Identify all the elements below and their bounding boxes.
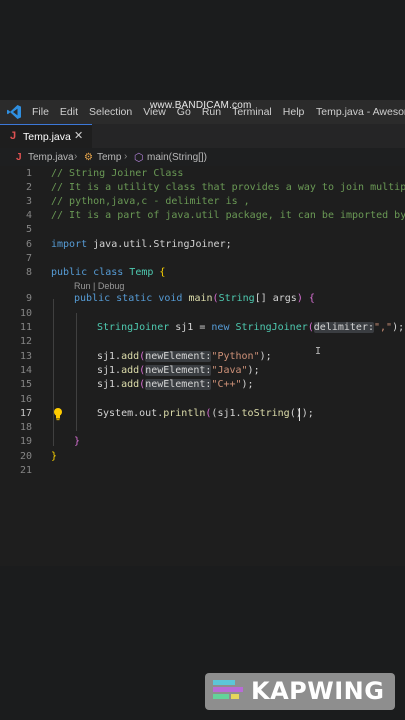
line-number: 10 (19, 308, 32, 319)
code-line: 5 (0, 223, 405, 237)
line-number: 19 (19, 436, 32, 447)
breadcrumb-class[interactable]: Temp (97, 152, 121, 163)
code-line: 18 (0, 421, 405, 435)
run-debug-codelens[interactable]: Run | Debug (74, 279, 124, 293)
code-line: 21 (0, 464, 405, 478)
code-line: 10 (0, 307, 405, 321)
line-number: 11 (19, 322, 32, 333)
closing-brace: } (51, 451, 58, 462)
kapwing-logo-icon (213, 680, 243, 699)
line-number: 13 (19, 351, 32, 362)
line-number: 7 (25, 253, 32, 264)
breadcrumb-file[interactable]: Temp.java (28, 152, 74, 163)
java-file-icon: J (16, 152, 22, 163)
editor-tab-bar: J Temp.java ✕ (0, 124, 405, 148)
code-line: 6 import java.util.StringJoiner; (0, 238, 405, 252)
method-declaration: public static void main(String[] args) { (74, 293, 315, 304)
code-line: 15 sj1.add(newElement:"C++"); (0, 378, 405, 392)
line-number: 6 (25, 239, 32, 250)
tab-temp-java[interactable]: J Temp.java ✕ (0, 124, 92, 148)
code-line: 12 (0, 335, 405, 349)
window-title: Temp.java - Awesome (316, 106, 405, 118)
code-line: 13 sj1.add(newElement:"Python"); (0, 350, 405, 364)
code-line: 9 public static void main(String[] args)… (0, 292, 405, 306)
class-icon: ⚙ (84, 152, 93, 163)
add-call: sj1.add(newElement:"Java"); (97, 365, 260, 376)
code-line: 3 // python,java,c - delimiter is , (0, 195, 405, 209)
code-line: 1 // String Joiner Class (0, 167, 405, 181)
chevron-right-icon: › (74, 151, 78, 162)
comment: // It is a utility class that provides a… (51, 182, 405, 193)
line-number: 15 (19, 379, 32, 390)
println-call: System.out.println((sj1.toString()); (97, 408, 314, 419)
breadcrumb: J Temp.java › ⚙ Temp › ⬡ main(String[]) (0, 148, 405, 166)
comment: // String Joiner Class (51, 168, 184, 179)
line-number: 3 (25, 196, 32, 207)
code-line: 20 } (0, 450, 405, 464)
close-icon[interactable]: ✕ (74, 129, 83, 142)
text-cursor (299, 408, 300, 421)
mouse-ibeam-icon: I (315, 346, 322, 357)
line-number: 4 (25, 210, 32, 221)
line-number: 12 (19, 336, 32, 347)
java-file-icon: J (10, 130, 17, 142)
tab-label: Temp.java (23, 131, 71, 143)
joiner-declaration: StringJoiner sj1 = new StringJoiner(deli… (97, 322, 405, 333)
method-icon: ⬡ (134, 152, 144, 164)
menu-help[interactable]: Help (283, 106, 305, 118)
code-editor[interactable]: 1 // String Joiner Class 2 // It is a ut… (0, 166, 405, 566)
breadcrumb-method[interactable]: main(String[]) (147, 152, 207, 163)
add-call: sj1.add(newElement:"C++"); (97, 379, 254, 390)
kapwing-label: KAPWING (251, 677, 385, 705)
import-statement: import java.util.StringJoiner; (51, 239, 232, 250)
bandicam-watermark: www.BANDICAM.com (150, 100, 252, 111)
line-number: 9 (25, 293, 32, 304)
code-line: 4 // It is a part of java.util package, … (0, 209, 405, 223)
menu-selection[interactable]: Selection (89, 106, 132, 118)
class-declaration: public class Temp { (51, 267, 166, 278)
code-line: 19 } (0, 435, 405, 449)
line-number: 14 (19, 365, 32, 376)
line-number: 18 (19, 422, 32, 433)
line-number: 8 (25, 267, 32, 278)
comment: // It is a part of java.util package, it… (51, 210, 405, 221)
add-call: sj1.add(newElement:"Python"); (97, 351, 272, 362)
line-number: 17 (19, 408, 32, 419)
code-line: 11 StringJoiner sj1 = new StringJoiner(d… (0, 321, 405, 335)
menu-file[interactable]: File (32, 106, 49, 118)
comment: // python,java,c - delimiter is , (51, 196, 250, 207)
closing-brace: } (74, 436, 81, 447)
menu-edit[interactable]: Edit (60, 106, 78, 118)
line-number: 5 (25, 224, 32, 235)
code-line: 17 System.out.println((sj1.toString()); (0, 407, 405, 421)
kapwing-watermark: KAPWING (205, 673, 395, 710)
code-line: 2 // It is a utility class that provides… (0, 181, 405, 195)
line-number: 20 (19, 451, 32, 462)
code-line: 16 (0, 393, 405, 407)
line-number: 21 (19, 465, 32, 476)
line-number: 16 (19, 394, 32, 405)
code-line: 8 public class Temp { (0, 266, 405, 280)
chevron-right-icon: › (124, 151, 128, 162)
parameter-hint: newElement: (145, 365, 212, 376)
line-number: 1 (25, 168, 32, 179)
vscode-logo-icon (7, 105, 21, 119)
parameter-hint: newElement: (145, 351, 212, 362)
code-line: 7 (0, 252, 405, 266)
parameter-hint: newElement: (145, 379, 212, 390)
code-line: 14 sj1.add(newElement:"Java"); (0, 364, 405, 378)
parameter-hint: delimiter: (313, 322, 374, 333)
video-letterbox-top (0, 0, 405, 100)
line-number: 2 (25, 182, 32, 193)
